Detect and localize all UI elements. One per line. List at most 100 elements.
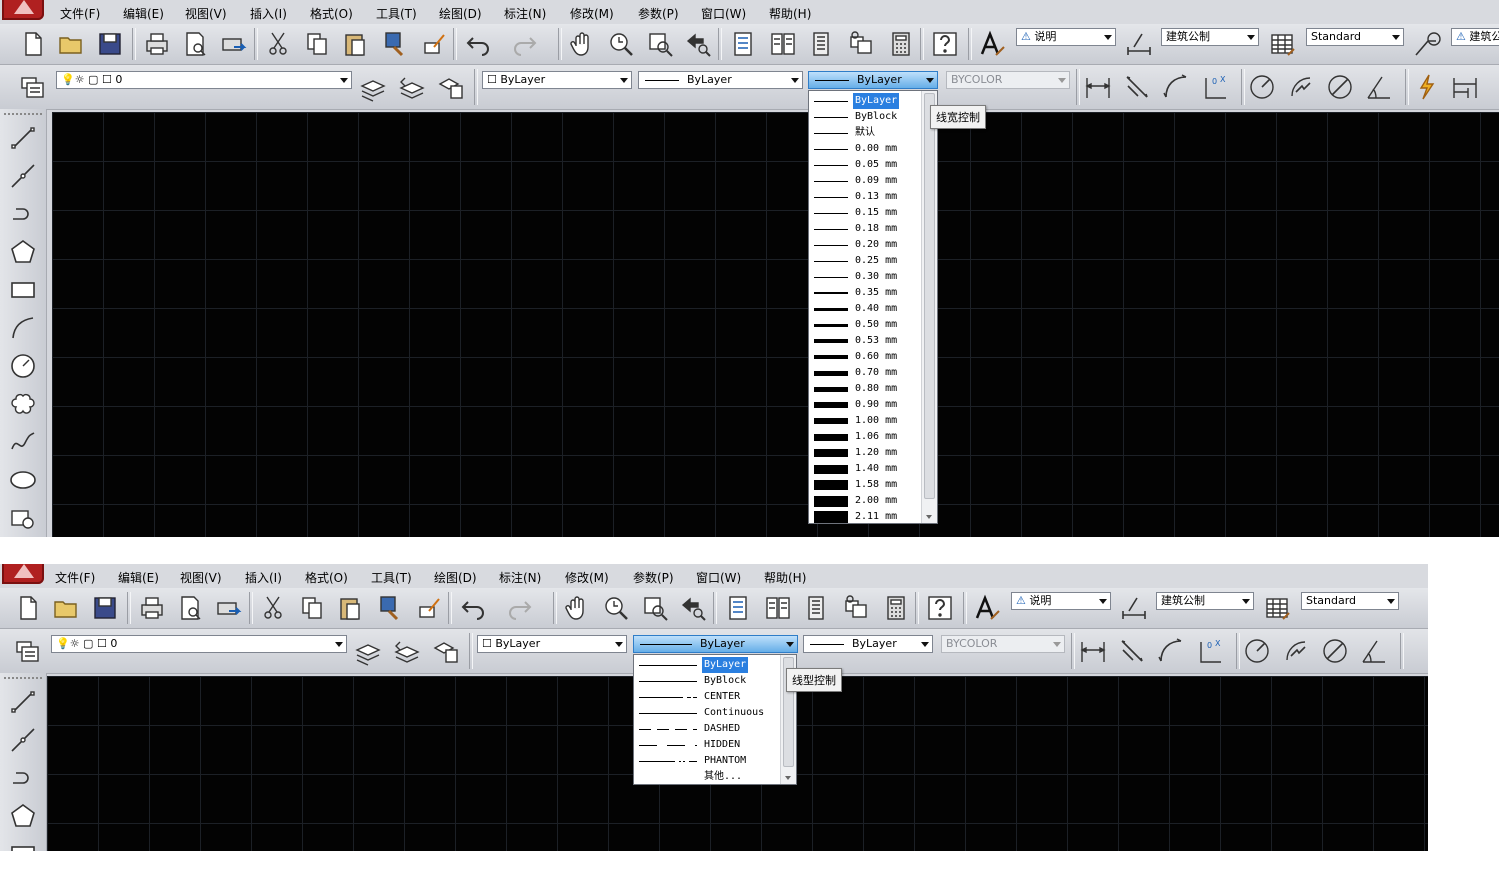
linetype-combo[interactable]: ByLayer (638, 71, 803, 89)
line-icon[interactable] (8, 687, 38, 717)
insert-block-icon[interactable] (8, 503, 38, 533)
menu-item-5[interactable]: 工具(T) (376, 5, 417, 22)
text-style-combo[interactable]: ⚠ 说明 (1016, 28, 1116, 46)
toolbar-grip[interactable] (4, 113, 42, 121)
lineweight-option[interactable]: ByLayer (809, 93, 923, 109)
menu-item-3[interactable]: 插入(I) (245, 569, 282, 586)
zoom-previous-icon[interactable] (679, 593, 709, 623)
linetype-option[interactable]: ByLayer (634, 657, 782, 673)
lineweight-option[interactable]: 0.20 mm (809, 237, 923, 253)
tool-palettes-icon[interactable] (806, 29, 836, 59)
dim-style-icon[interactable] (1124, 29, 1154, 59)
menu-item-8[interactable]: 修改(M) (570, 5, 614, 22)
save-icon[interactable] (90, 593, 120, 623)
lineweight-option[interactable]: 1.58 mm (809, 477, 923, 493)
lineweight-option[interactable]: 0.09 mm (809, 173, 923, 189)
tool-palettes-icon[interactable] (801, 593, 831, 623)
lineweight-option[interactable]: 0.00 mm (809, 141, 923, 157)
dim-diameter-icon[interactable] (1320, 636, 1350, 666)
lineweight-option[interactable]: 0.05 mm (809, 157, 923, 173)
multileader-style-combo[interactable]: ⚠ 建筑公 (1451, 28, 1499, 46)
zoom-realtime-icon[interactable] (606, 29, 636, 59)
menu-item-7[interactable]: 标注(N) (504, 5, 546, 22)
lineweight-option[interactable]: 0.50 mm (809, 317, 923, 333)
zoom-window-icon[interactable] (645, 29, 675, 59)
menu-item-6[interactable]: 绘图(D) (434, 569, 477, 586)
help-icon[interactable] (930, 29, 960, 59)
pan-icon[interactable] (567, 29, 597, 59)
paste-icon[interactable] (340, 29, 370, 59)
properties-icon[interactable] (728, 29, 758, 59)
menu-item-2[interactable]: 视图(V) (185, 5, 227, 22)
layer-properties-icon[interactable] (13, 636, 43, 666)
dim-radius-icon[interactable] (1247, 72, 1277, 102)
line-icon[interactable] (8, 123, 38, 153)
scroll-down-icon[interactable] (926, 515, 932, 519)
dim-diameter-icon[interactable] (1325, 72, 1355, 102)
scroll-down-icon[interactable] (785, 776, 791, 780)
color-combo[interactable]: ☐ ByLayer (477, 635, 627, 653)
layer-make-current-icon[interactable] (358, 72, 388, 102)
dim-baseline-icon[interactable] (1450, 72, 1480, 102)
layer-make-current-icon[interactable] (353, 636, 383, 666)
dim-jogged-icon[interactable] (1286, 72, 1316, 102)
menu-item-1[interactable]: 编辑(E) (123, 5, 164, 22)
menu-item-8[interactable]: 修改(M) (565, 569, 609, 586)
circle-icon[interactable] (8, 351, 38, 381)
new-file-icon[interactable] (18, 29, 48, 59)
ellipse-icon[interactable] (8, 465, 38, 495)
text-style-combo[interactable]: ⚠ 说明 (1011, 592, 1111, 610)
print-preview-icon[interactable] (180, 29, 210, 59)
table-style-combo[interactable]: Standard (1301, 592, 1399, 610)
dim-arc-icon[interactable] (1156, 636, 1186, 666)
application-logo-icon[interactable] (2, 564, 44, 584)
copy-icon[interactable] (297, 593, 327, 623)
cut-icon[interactable] (264, 29, 294, 59)
layer-previous-icon[interactable] (392, 636, 422, 666)
lineweight-combo[interactable]: ByLayer (808, 71, 938, 89)
lineweight-option[interactable]: 1.06 mm (809, 429, 923, 445)
dim-aligned-icon[interactable] (1122, 72, 1152, 102)
lineweight-option[interactable]: 默认 (809, 125, 923, 141)
paste-icon[interactable] (335, 593, 365, 623)
lineweight-option[interactable]: 1.00 mm (809, 413, 923, 429)
redo-icon[interactable] (510, 29, 540, 59)
dim-angular-icon[interactable] (1359, 636, 1389, 666)
menu-item-9[interactable]: 参数(P) (633, 569, 674, 586)
layer-combo[interactable]: 💡☼ ▢ ☐ 0 (51, 635, 347, 653)
menu-item-2[interactable]: 视图(V) (180, 569, 222, 586)
lineweight-option[interactable]: 1.20 mm (809, 445, 923, 461)
layer-states-icon[interactable] (431, 636, 461, 666)
lineweight-option[interactable]: 0.40 mm (809, 301, 923, 317)
dim-radius-icon[interactable] (1242, 636, 1272, 666)
drawing-canvas[interactable] (52, 112, 1499, 537)
lineweight-option[interactable]: 0.35 mm (809, 285, 923, 301)
lineweight-option[interactable]: 2.11 mm (809, 509, 923, 523)
menu-item-9[interactable]: 参数(P) (638, 5, 679, 22)
linetype-option[interactable]: DASHED (634, 721, 782, 737)
dim-arc-icon[interactable] (1161, 72, 1191, 102)
polygon-icon[interactable] (8, 237, 38, 267)
properties-icon[interactable] (723, 593, 753, 623)
menu-item-11[interactable]: 帮助(H) (764, 569, 806, 586)
linetype-option[interactable]: 其他... (634, 769, 782, 784)
open-folder-icon[interactable] (56, 29, 86, 59)
lineweight-option[interactable]: 0.15 mm (809, 205, 923, 221)
lineweight-option[interactable]: 0.30 mm (809, 269, 923, 285)
dim-linear-icon[interactable] (1083, 72, 1113, 102)
application-logo-icon[interactable] (2, 0, 44, 20)
lineweight-option[interactable]: 0.18 mm (809, 221, 923, 237)
undo-icon[interactable] (458, 593, 488, 623)
sheet-set-icon[interactable] (846, 29, 876, 59)
dim-linear-icon[interactable] (1078, 636, 1108, 666)
linetype-combo[interactable]: ByLayer (633, 635, 798, 653)
menu-item-10[interactable]: 窗口(W) (696, 569, 741, 586)
menu-item-5[interactable]: 工具(T) (371, 569, 412, 586)
undo-icon[interactable] (463, 29, 493, 59)
publish-icon[interactable] (213, 593, 243, 623)
menu-item-11[interactable]: 帮助(H) (769, 5, 811, 22)
toolbar-grip[interactable] (4, 677, 42, 685)
lineweight-option[interactable]: 0.53 mm (809, 333, 923, 349)
redo-icon[interactable] (505, 593, 535, 623)
lineweight-option[interactable]: ByBlock (809, 109, 923, 125)
